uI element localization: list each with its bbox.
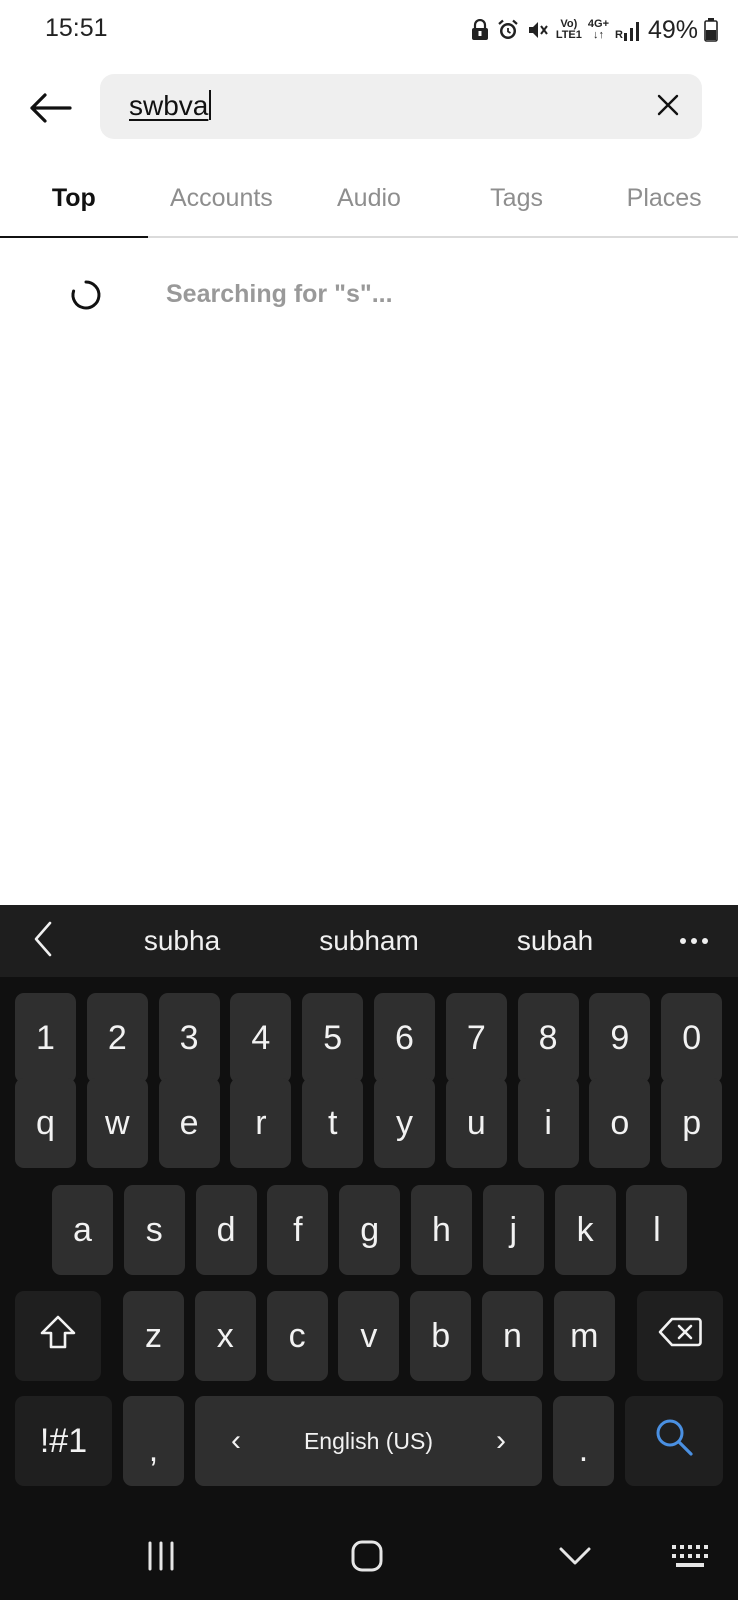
hide-keyboard-button[interactable] <box>545 1530 605 1586</box>
suggestion-bar: subha subham subah <box>0 905 738 977</box>
key-n[interactable]: n <box>482 1291 543 1381</box>
key-o[interactable]: o <box>589 1078 651 1168</box>
chevron-down-icon <box>559 1546 591 1571</box>
back-button[interactable] <box>26 88 74 132</box>
backspace-key[interactable] <box>637 1291 723 1381</box>
mute-icon <box>526 18 550 42</box>
key-x[interactable]: x <box>194 1291 256 1381</box>
tab-places[interactable]: Places <box>590 160 738 236</box>
suggestion-3[interactable]: subah <box>517 925 593 957</box>
network-bottom-label: LTE1 <box>555 29 582 41</box>
key-k[interactable]: k <box>554 1185 616 1275</box>
key-f[interactable]: f <box>267 1185 329 1275</box>
home-button[interactable] <box>337 1530 397 1586</box>
text-caret <box>209 90 212 120</box>
key-a[interactable]: a <box>52 1185 113 1275</box>
battery-icon <box>704 18 718 42</box>
space-right-arrow: › <box>495 1424 506 1457</box>
key-j[interactable]: j <box>482 1185 544 1275</box>
recent-apps-icon <box>146 1541 176 1576</box>
keyboard-icon <box>671 1544 709 1573</box>
suggestion-back-button[interactable] <box>26 921 60 961</box>
search-icon <box>654 1417 694 1466</box>
key-y[interactable]: y <box>374 1078 435 1168</box>
searching-row: Searching for "s"... <box>0 262 738 326</box>
tab-tags[interactable]: Tags <box>443 160 591 236</box>
shift-key[interactable] <box>15 1291 101 1381</box>
key-m[interactable]: m <box>553 1291 615 1381</box>
key-7[interactable]: 7 <box>445 993 507 1083</box>
clear-search-button[interactable] <box>652 91 684 123</box>
key-q[interactable]: q <box>15 1078 76 1168</box>
period-key[interactable]: . <box>553 1396 614 1486</box>
key-8[interactable]: 8 <box>517 993 579 1083</box>
space-key-label: English (US) <box>303 1427 434 1454</box>
key-c[interactable]: c <box>266 1291 328 1381</box>
tab-accounts[interactable]: Accounts <box>148 160 296 236</box>
tab-audio[interactable]: Audio <box>295 160 443 236</box>
key-2[interactable]: 2 <box>86 993 148 1083</box>
close-icon <box>657 94 679 121</box>
backspace-icon <box>658 1317 702 1356</box>
status-icons: Vo) LTE1 4G+ ↓↑ R 49% <box>470 14 718 46</box>
space-key[interactable]: ‹ English (US) › <box>195 1396 542 1486</box>
key-5[interactable]: 5 <box>302 993 364 1083</box>
roaming-label: R <box>615 29 623 41</box>
volte-indicator: Vo) LTE1 <box>556 19 582 41</box>
key-u[interactable]: u <box>445 1078 507 1168</box>
key-b[interactable]: b <box>410 1291 472 1381</box>
key-t[interactable]: t <box>302 1078 364 1168</box>
key-i[interactable]: i <box>517 1078 579 1168</box>
search-key[interactable] <box>625 1396 723 1486</box>
key-9[interactable]: 9 <box>589 993 651 1083</box>
symbols-key[interactable]: !#1 <box>15 1396 112 1486</box>
arrow-left-icon <box>28 92 72 129</box>
searching-text: Searching for "s"... <box>166 280 393 308</box>
home-icon <box>350 1539 384 1578</box>
lock-icon <box>470 19 490 41</box>
keyboard-switch-button[interactable] <box>660 1530 720 1586</box>
key-h[interactable]: h <box>411 1185 472 1275</box>
key-0[interactable]: 0 <box>661 993 723 1083</box>
suggestion-1[interactable]: subha <box>144 925 220 957</box>
suggestion-more-button[interactable] <box>676 923 712 959</box>
data-arrows-icon: ↓↑ <box>592 29 604 41</box>
key-1[interactable]: 1 <box>15 993 76 1083</box>
chevron-left-icon <box>33 921 53 962</box>
signal-icon: R <box>615 19 640 41</box>
recent-apps-button[interactable] <box>131 1530 191 1586</box>
comma-key[interactable]: , <box>123 1396 184 1486</box>
suggestion-2[interactable]: subham <box>319 925 419 957</box>
key-p[interactable]: p <box>661 1078 723 1168</box>
search-tabs: Top Accounts Audio Tags Places <box>0 160 738 238</box>
key-6[interactable]: 6 <box>374 993 435 1083</box>
search-input-value: swbva <box>129 90 212 122</box>
comma-key-label: , <box>148 1431 159 1469</box>
key-s[interactable]: s <box>123 1185 185 1275</box>
mobile-data-indicator: 4G+ ↓↑ <box>588 19 609 41</box>
search-input[interactable]: swbva <box>100 74 702 139</box>
battery-percent: 49% <box>647 15 698 44</box>
key-g[interactable]: g <box>339 1185 401 1275</box>
key-r[interactable]: r <box>230 1078 292 1168</box>
keyboard: subha subham subah 1234567890 qwertyuiop… <box>0 905 738 1600</box>
status-bar: 15:51 Vo) LTE1 4G+ ↓↑ R 49% <box>0 0 738 60</box>
more-dots-icon <box>679 932 709 950</box>
period-key-label: . <box>578 1431 589 1469</box>
key-d[interactable]: d <box>195 1185 257 1275</box>
space-left-arrow: ‹ <box>231 1424 241 1457</box>
status-time: 15:51 <box>45 14 108 42</box>
key-e[interactable]: e <box>158 1078 220 1168</box>
key-z[interactable]: z <box>123 1291 184 1381</box>
shift-icon <box>39 1314 77 1359</box>
key-3[interactable]: 3 <box>158 993 220 1083</box>
tab-top[interactable]: Top <box>0 160 148 238</box>
loading-spinner-icon <box>70 279 102 311</box>
symbols-key-label: !#1 <box>39 1421 88 1460</box>
key-w[interactable]: w <box>86 1078 148 1168</box>
alarm-icon <box>496 18 520 42</box>
key-l[interactable]: l <box>626 1185 688 1275</box>
key-4[interactable]: 4 <box>230 993 292 1083</box>
key-v[interactable]: v <box>338 1291 400 1381</box>
